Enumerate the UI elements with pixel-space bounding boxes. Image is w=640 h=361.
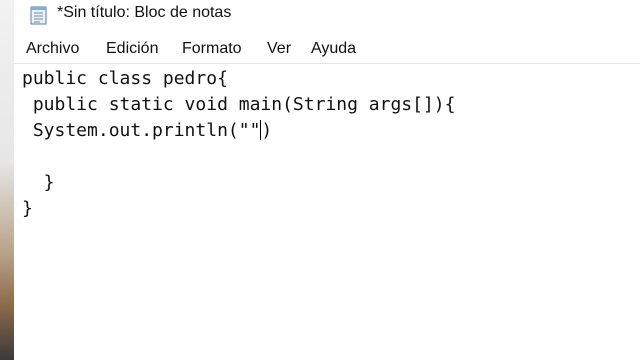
- code-line: public class pedro{: [22, 68, 228, 89]
- code-line-text-after-caret: ): [261, 120, 273, 141]
- desktop-background: [0, 0, 14, 360]
- text-editor-area[interactable]: public class pedro{ public static void m…: [14, 63, 640, 361]
- code-line: }: [22, 198, 33, 219]
- notepad-icon: [30, 5, 48, 25]
- code-line: }: [22, 172, 55, 193]
- menu-formato[interactable]: Formato: [182, 40, 242, 58]
- code-line: public static void main(String args[]){: [22, 94, 456, 115]
- menu-archivo[interactable]: Archivo: [26, 40, 79, 58]
- notepad-window: *Sin título: Bloc de notas Archivo Edici…: [14, 0, 640, 361]
- title-bar[interactable]: *Sin título: Bloc de notas: [14, 0, 640, 30]
- menu-ver[interactable]: Ver: [267, 40, 291, 58]
- code-line-text: System.out.println("": [22, 120, 261, 141]
- window-title: *Sin título: Bloc de notas: [57, 4, 232, 21]
- menu-bar: Archivo Edición Formato Ver Ayuda: [14, 36, 640, 62]
- menu-ayuda[interactable]: Ayuda: [311, 40, 356, 58]
- code-line: System.out.println(""): [22, 120, 272, 142]
- menu-edicion[interactable]: Edición: [106, 40, 158, 58]
